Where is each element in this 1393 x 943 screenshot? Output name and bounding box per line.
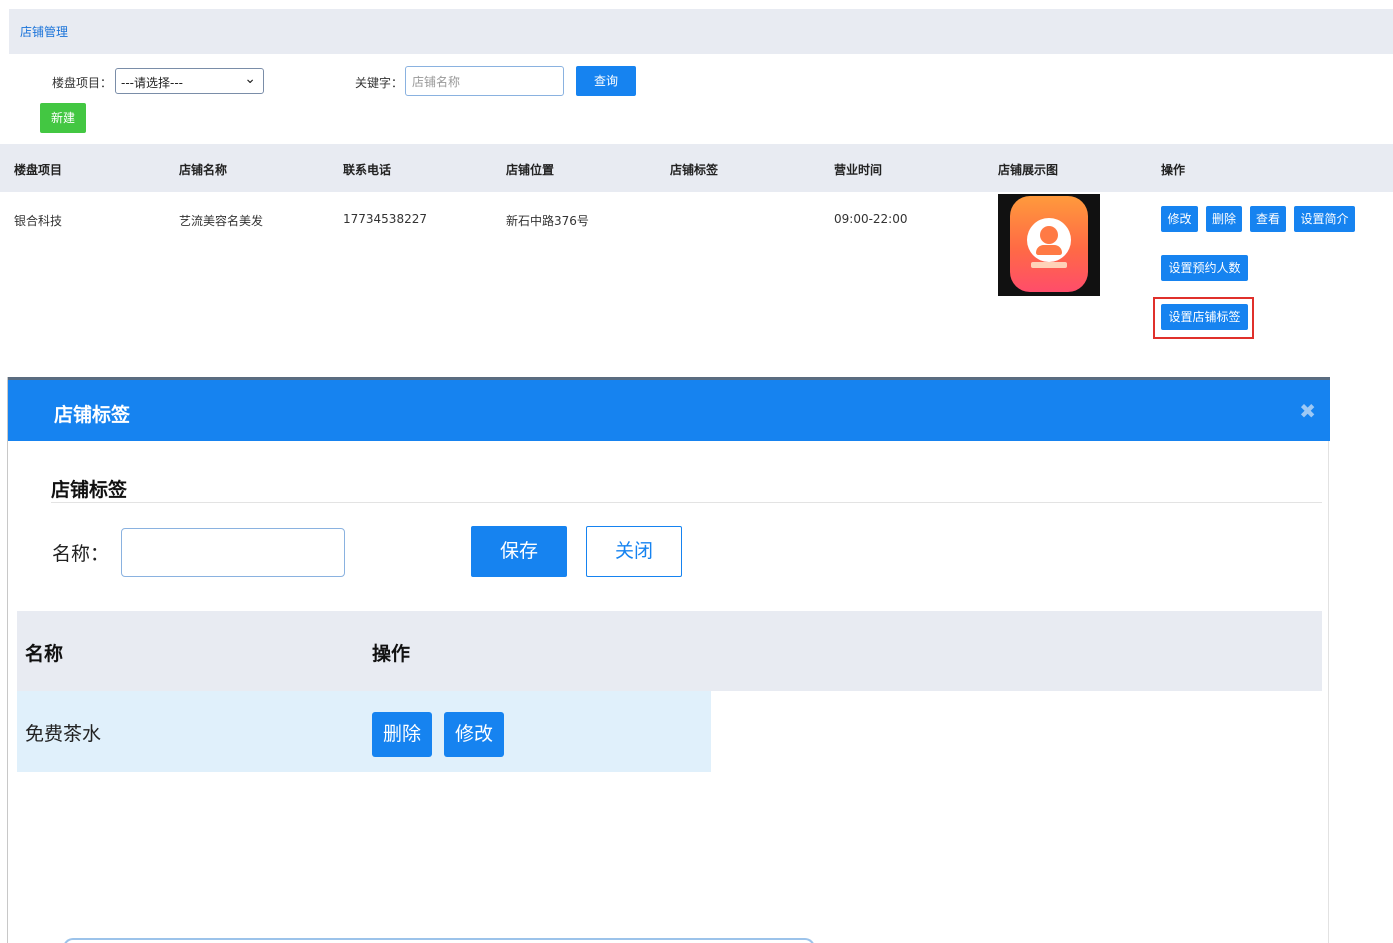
cell-phone: 17734538227 [343, 212, 427, 226]
modal-title: 店铺标签 [54, 404, 131, 426]
close-button[interactable]: 关闭 [586, 526, 682, 577]
chevron-down-icon: ⌄ [244, 71, 256, 87]
col-tag-actions: 操作 [372, 643, 411, 665]
col-image: 店铺展示图 [998, 163, 1059, 177]
col-project: 楼盘项目 [14, 163, 63, 177]
col-hours: 营业时间 [834, 163, 883, 177]
project-filter-label: 楼盘项目： [52, 76, 113, 90]
app-icon [1010, 196, 1088, 292]
keyword-label: 关键字： [355, 76, 404, 90]
save-button[interactable]: 保存 [471, 526, 567, 577]
close-icon[interactable]: ✖ [1299, 399, 1316, 423]
tag-table-header: 名称 操作 [17, 611, 1322, 691]
store-management-page: 店铺管理 楼盘项目： ---请选择--- ⌄ 关键字： 店铺名称 查询 新建 楼… [0, 0, 1393, 377]
tag-name-input[interactable] [121, 528, 345, 577]
keyword-input[interactable]: 店铺名称 [405, 66, 564, 96]
col-tag-name: 名称 [25, 643, 64, 665]
view-button[interactable]: 查看 [1250, 206, 1286, 232]
cell-location: 新石中路376号 [506, 214, 589, 228]
store-tags-modal: 店铺标签 ✖ 店铺标签 名称： 保存 关闭 名称 操作 免费茶水 删除 修改 [7, 377, 1330, 943]
edit-button[interactable]: 修改 [1161, 206, 1198, 232]
divider [51, 502, 1322, 503]
project-select[interactable]: ---请选择--- ⌄ [115, 68, 264, 94]
col-location: 店铺位置 [506, 163, 555, 177]
query-button[interactable]: 查询 [576, 66, 636, 96]
cell-tag-name: 免费茶水 [25, 723, 102, 745]
table-row: 免费茶水 删除 修改 [17, 691, 711, 772]
cell-project: 银合科技 [14, 214, 63, 228]
tag-name-label: 名称： [52, 543, 110, 565]
tag-edit-button[interactable]: 修改 [444, 712, 504, 757]
set-intro-button[interactable]: 设置简介 [1294, 206, 1355, 232]
section-title: 店铺标签 [51, 479, 128, 501]
col-phone: 联系电话 [343, 163, 392, 177]
store-display-image [998, 194, 1100, 296]
set-booking-count-button[interactable]: 设置预约人数 [1161, 255, 1248, 281]
col-store-name: 店铺名称 [179, 163, 228, 177]
highlight-frame [1153, 297, 1254, 339]
avatar-icon [1027, 218, 1071, 262]
cell-store-name: 艺流美容名美发 [179, 214, 264, 228]
new-button[interactable]: 新建 [40, 103, 86, 133]
breadcrumb-label[interactable]: 店铺管理 [20, 23, 68, 40]
project-select-value: ---请选择--- [121, 76, 183, 90]
col-tags: 店铺标签 [670, 163, 719, 177]
breadcrumb: 店铺管理 [9, 9, 1393, 54]
cell-hours: 09:00-22:00 [834, 212, 908, 226]
modal-header: 店铺标签 ✖ [8, 377, 1330, 441]
tag-delete-button[interactable]: 删除 [372, 712, 432, 757]
store-table-header: 楼盘项目 店铺名称 联系电话 店铺位置 店铺标签 营业时间 店铺展示图 操作 [0, 144, 1393, 192]
delete-button[interactable]: 删除 [1206, 206, 1242, 232]
partial-element-edge [63, 938, 815, 943]
col-actions: 操作 [1161, 163, 1186, 177]
